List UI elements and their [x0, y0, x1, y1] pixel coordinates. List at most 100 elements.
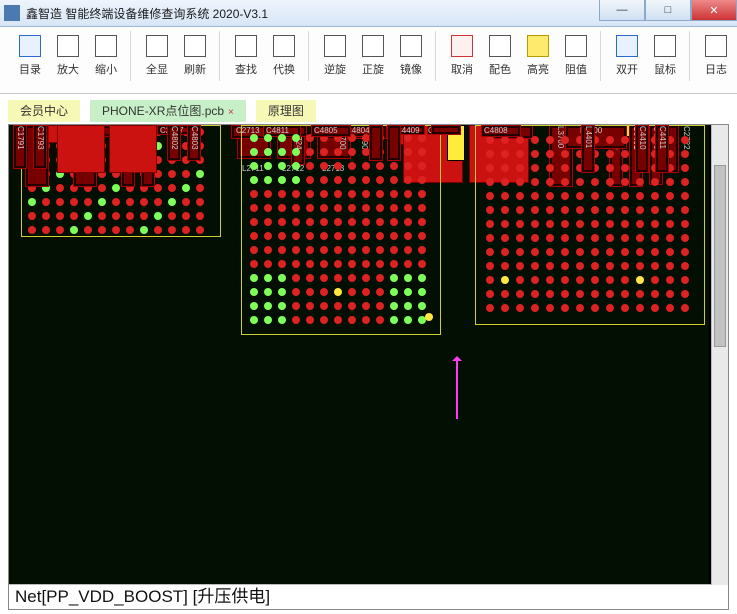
- rotate-ccw-button[interactable]: 逆旋: [319, 31, 351, 77]
- bga-ball: [681, 290, 689, 298]
- bga-ball: [606, 248, 614, 256]
- cancel-button[interactable]: 取消: [446, 31, 478, 77]
- bga-ball: [154, 226, 162, 234]
- bga-ball: [320, 302, 328, 310]
- bga-ball: [320, 148, 328, 156]
- bga-ball: [390, 190, 398, 198]
- fit-button[interactable]: 全显: [141, 31, 173, 77]
- tab-schematic[interactable]: 原理图: [256, 100, 316, 122]
- bga-ball: [320, 218, 328, 226]
- bga-ball: [154, 184, 162, 192]
- bga-ball: [306, 190, 314, 198]
- bga-ball: [28, 226, 36, 234]
- comp-l4401[interactable]: L4401: [581, 125, 595, 173]
- bga-ball: [182, 212, 190, 220]
- scrollbar-vertical[interactable]: [711, 125, 728, 601]
- bga-ball: [334, 274, 342, 282]
- pcb-viewport[interactable]: {"x0":18,"y0":2,"cols":14,"rows":8,"dx":…: [8, 124, 729, 602]
- search-icon: [235, 35, 257, 57]
- zoom-out-button[interactable]: 缩小: [90, 31, 122, 77]
- comp-c4805[interactable]: C4805: [311, 125, 351, 137]
- tab-member[interactable]: 会员中心: [8, 100, 80, 122]
- cursor-button[interactable]: 鼠标: [649, 31, 681, 77]
- comp-u4700[interactable]: U4700: [241, 125, 441, 335]
- comp-c4803[interactable]: C4803: [187, 125, 201, 161]
- bga-ball: [334, 190, 342, 198]
- tab-bar: 会员中心 PHONE-XR点位图.pcb× 原理图: [0, 94, 737, 122]
- bga-ball: [418, 148, 426, 156]
- mirror-button[interactable]: 镜像: [395, 31, 427, 77]
- bga-ball: [591, 276, 599, 284]
- comp-c1791[interactable]: C1791: [13, 125, 27, 169]
- bga-ball: [278, 218, 286, 226]
- zoom-in-button[interactable]: 放大: [52, 31, 84, 77]
- bga-ball: [292, 232, 300, 240]
- bga-ball: [306, 246, 314, 254]
- bga-ball: [606, 276, 614, 284]
- comp-c4471[interactable]: [431, 125, 461, 135]
- bga-ball: [636, 234, 644, 242]
- bga-ball: [264, 204, 272, 212]
- bga-ball: [576, 192, 584, 200]
- bga-ball: [250, 302, 258, 310]
- cursor-icon: [654, 35, 676, 57]
- bga-ball: [390, 162, 398, 170]
- replace-icon: [273, 35, 295, 57]
- bga-ball: [320, 190, 328, 198]
- bga-ball: [621, 262, 629, 270]
- bga-ball: [561, 304, 569, 312]
- bga-ball: [278, 134, 286, 142]
- rotate-cw-button[interactable]: 正旋: [357, 31, 389, 77]
- pad-bl2[interactable]: [109, 125, 157, 173]
- comp-c4410[interactable]: C4410: [635, 125, 649, 173]
- bga-ball: [531, 248, 539, 256]
- bga-ball: [516, 276, 524, 284]
- bga-ball: [292, 190, 300, 198]
- refresh-button[interactable]: 刷新: [179, 31, 211, 77]
- log-icon: [705, 35, 727, 57]
- bga-ball: [561, 234, 569, 242]
- zoom-in-icon: [57, 35, 79, 57]
- close-button[interactable]: ✕: [691, 0, 737, 21]
- highlight-button[interactable]: 高亮: [522, 31, 554, 77]
- catalog-button[interactable]: 目录: [14, 31, 46, 77]
- bga-ball: [196, 170, 204, 178]
- bga-ball: [42, 198, 50, 206]
- bga-ball: [531, 150, 539, 158]
- bga-ball: [621, 304, 629, 312]
- bga-ball: [486, 136, 494, 144]
- bga-ball: [606, 150, 614, 158]
- comp-c4807[interactable]: [387, 125, 401, 161]
- bga-ball: [561, 178, 569, 186]
- bga-ball: [390, 302, 398, 310]
- comp-c4806[interactable]: [369, 125, 383, 161]
- log-button[interactable]: 日志: [700, 31, 732, 77]
- pad-bl1[interactable]: [57, 125, 105, 173]
- tab-pcb[interactable]: PHONE-XR点位图.pcb×: [90, 100, 246, 122]
- replace-button[interactable]: 代换: [268, 31, 300, 77]
- bga-ball: [278, 190, 286, 198]
- bga-ball: [666, 192, 674, 200]
- resistance-button[interactable]: 阻值: [560, 31, 592, 77]
- minimize-button[interactable]: —: [599, 0, 645, 21]
- comp-c1793[interactable]: C1793: [33, 125, 47, 169]
- bga-ball: [348, 190, 356, 198]
- dual-open-button[interactable]: 双开: [611, 31, 643, 77]
- bga-ball: [56, 226, 64, 234]
- bga-ball: [486, 290, 494, 298]
- bga-ball: [531, 206, 539, 214]
- comp-c4411[interactable]: C4411: [655, 125, 669, 173]
- bga-ball: [376, 246, 384, 254]
- bga-ball: [561, 192, 569, 200]
- bga-ball: [250, 316, 258, 324]
- comp-c4802[interactable]: C4802: [167, 125, 181, 161]
- bga-ball: [681, 234, 689, 242]
- bga-ball: [334, 232, 342, 240]
- find-button[interactable]: 查找: [230, 31, 262, 77]
- color-button[interactable]: 配色: [484, 31, 516, 77]
- comp-c4808[interactable]: C4808: [481, 125, 521, 137]
- maximize-button[interactable]: □: [645, 0, 691, 21]
- bga-ball: [278, 176, 286, 184]
- bga-ball: [376, 274, 384, 282]
- tab-close-icon[interactable]: ×: [228, 107, 234, 118]
